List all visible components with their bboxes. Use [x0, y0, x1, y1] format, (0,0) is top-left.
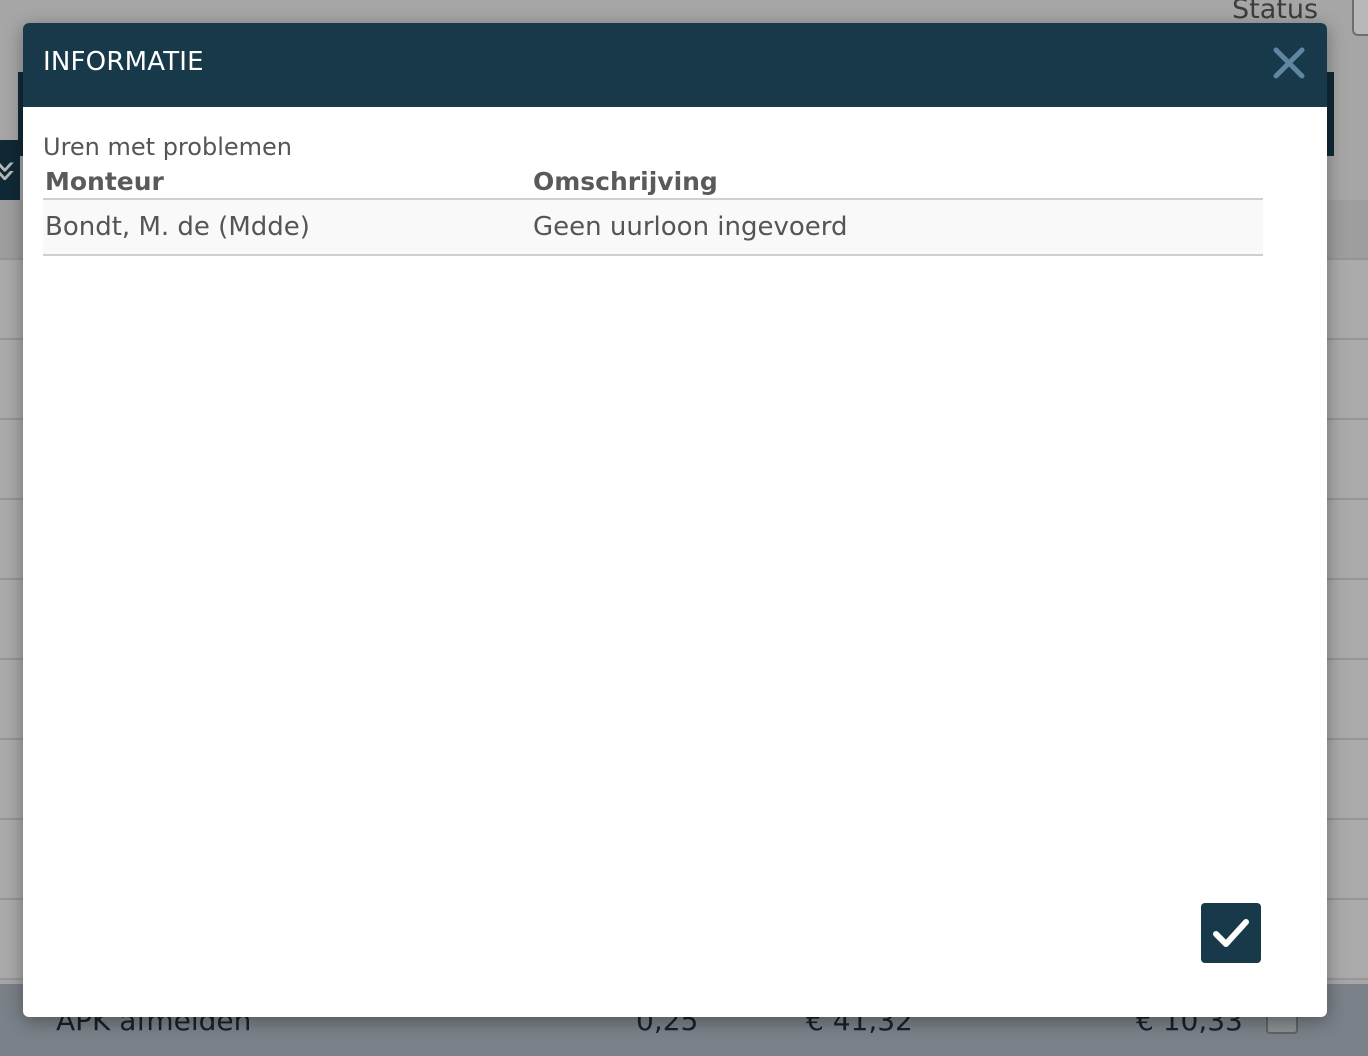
- dialog-title: INFORMATIE: [43, 47, 204, 77]
- cell-monteur: Bondt, M. de (Mdde): [43, 199, 531, 256]
- table-row: Bondt, M. de (Mdde) Geen uurloon ingevoe…: [43, 199, 1263, 256]
- confirm-button[interactable]: [1201, 903, 1261, 963]
- column-header-monteur: Monteur: [43, 165, 531, 200]
- close-icon: [1273, 47, 1305, 79]
- table-header-row: Monteur Omschrijving: [43, 165, 1263, 200]
- column-header-omschrijving: Omschrijving: [531, 165, 1263, 200]
- dialog-body: Uren met problemen Monteur Omschrijving …: [23, 107, 1327, 256]
- dialog-header: INFORMATIE: [23, 23, 1327, 107]
- issues-table: Monteur Omschrijving Bondt, M. de (Mdde)…: [43, 165, 1263, 256]
- information-dialog: INFORMATIE Uren met problemen Monteur Om…: [23, 23, 1327, 1017]
- checkmark-icon: [1213, 919, 1249, 947]
- cell-omschrijving: Geen uurloon ingevoerd: [531, 199, 1263, 256]
- section-title: Uren met problemen: [43, 133, 292, 161]
- close-button[interactable]: [1269, 43, 1309, 83]
